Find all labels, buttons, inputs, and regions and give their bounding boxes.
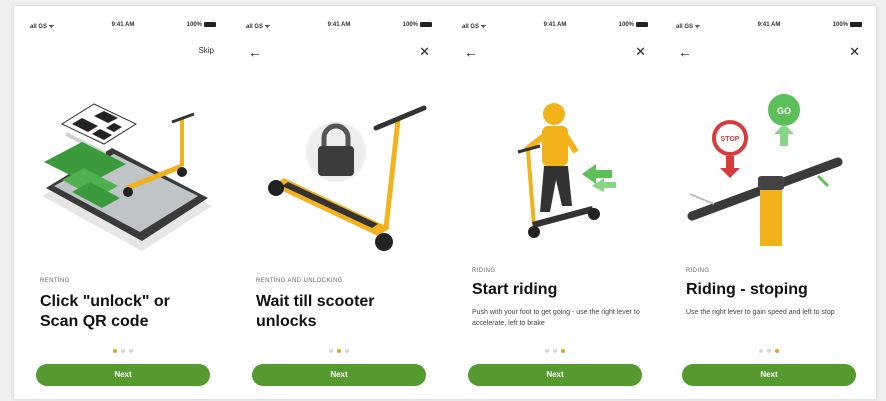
signal-status: all GS ᯤ: [246, 24, 271, 30]
battery-icon: [850, 22, 862, 27]
illustration-phone-qr: [42, 103, 212, 251]
step-title: Riding - stoping: [686, 281, 808, 298]
padlock-icon: [306, 122, 366, 182]
close-icon[interactable]: ✕: [635, 42, 646, 62]
next-button[interactable]: Next: [468, 364, 642, 386]
step-title: Click "unlock" or Scan QR code: [40, 293, 170, 330]
illustration-rider: [517, 103, 616, 238]
status-time: 9:41 AM: [757, 22, 781, 28]
next-button[interactable]: Next: [36, 364, 210, 386]
back-arrow-icon[interactable]: ←: [248, 42, 262, 62]
page-indicator: [22, 340, 224, 353]
status-bar: all GS ᯤ 9:41 AM 100%: [674, 22, 864, 34]
page-dot: [767, 349, 771, 353]
page-dot: [545, 349, 549, 353]
top-nav: ← ✕: [246, 42, 432, 62]
step-eyebrow: RENTING AND UNLOCKING: [256, 278, 343, 284]
status-time: 9:41 AM: [327, 22, 351, 28]
stop-sign-label: STOP: [721, 136, 740, 143]
onboarding-screen-unlocking: all GS ᯤ 9:41 AM 100% ← ✕ RENTING AND UN…: [238, 16, 440, 399]
page-dot: [561, 349, 565, 353]
status-bar: all GS ᯤ 9:41 AM 100%: [28, 22, 218, 34]
page-dot: [759, 349, 763, 353]
step-description: Use the right lever to gain speed and le…: [686, 309, 835, 316]
close-icon[interactable]: ✕: [849, 42, 860, 62]
page-indicator: [238, 340, 440, 353]
illustration-scooter-lock: [268, 105, 427, 251]
battery-icon: [420, 22, 432, 27]
battery-icon: [636, 22, 648, 27]
back-arrow-icon[interactable]: ←: [678, 42, 692, 62]
next-button[interactable]: Next: [252, 364, 426, 386]
page-dot: [775, 349, 779, 353]
status-bar: all GS ᯤ 9:41 AM 100%: [244, 22, 434, 34]
status-time: 9:41 AM: [543, 22, 567, 28]
top-nav: ← ✕: [676, 42, 862, 62]
battery-status: 100%: [833, 22, 862, 28]
status-time: 9:41 AM: [111, 22, 135, 28]
close-icon[interactable]: ✕: [419, 42, 430, 62]
next-button[interactable]: Next: [682, 364, 856, 386]
top-nav: ← ✕: [462, 42, 648, 62]
onboarding-screen-riding-stoping: all GS ᯤ 9:41 AM 100% ← ✕ STOP GO RIDING…: [668, 16, 870, 399]
page-dot: [553, 349, 557, 353]
step-title: Wait till scooter unlocks: [256, 293, 375, 330]
illustration-handlebar: STOP GO: [687, 94, 843, 246]
onboarding-screen-start-riding: all GS ᯤ 9:41 AM 100% ← ✕ RIDING Start r…: [454, 16, 656, 399]
battery-icon: [204, 22, 216, 27]
page-dot: [113, 349, 117, 353]
step-eyebrow: RIDING: [472, 268, 496, 274]
skip-button[interactable]: Skip: [198, 46, 214, 55]
signal-status: all GS ᯤ: [30, 24, 55, 30]
page-dot: [329, 349, 333, 353]
onboarding-board: all GS ᯤ 9:41 AM 100% Skip RENTING Click…: [14, 6, 876, 399]
step-description: Push with your foot to get going - use t…: [472, 309, 640, 327]
go-sign: GO: [768, 94, 800, 146]
page-dot: [129, 349, 133, 353]
page-dot: [121, 349, 125, 353]
page-dot: [345, 349, 349, 353]
step-eyebrow: RENTING: [40, 278, 70, 284]
battery-status: 100%: [403, 22, 432, 28]
back-arrow-icon[interactable]: ←: [464, 42, 478, 62]
signal-status: all GS ᯤ: [676, 24, 701, 30]
page-indicator: [668, 340, 870, 353]
battery-status: 100%: [187, 22, 216, 28]
onboarding-screen-renting: all GS ᯤ 9:41 AM 100% Skip RENTING Click…: [22, 16, 224, 399]
top-nav: Skip: [30, 42, 216, 62]
status-bar: all GS ᯤ 9:41 AM 100%: [460, 22, 650, 34]
page-indicator: [454, 340, 656, 353]
step-eyebrow: RIDING: [686, 268, 710, 274]
battery-status: 100%: [619, 22, 648, 28]
signal-status: all GS ᯤ: [462, 24, 487, 30]
page-dot: [337, 349, 341, 353]
go-sign-label: GO: [777, 106, 791, 116]
step-title: Start riding: [472, 281, 558, 298]
stop-sign: STOP: [712, 120, 748, 178]
